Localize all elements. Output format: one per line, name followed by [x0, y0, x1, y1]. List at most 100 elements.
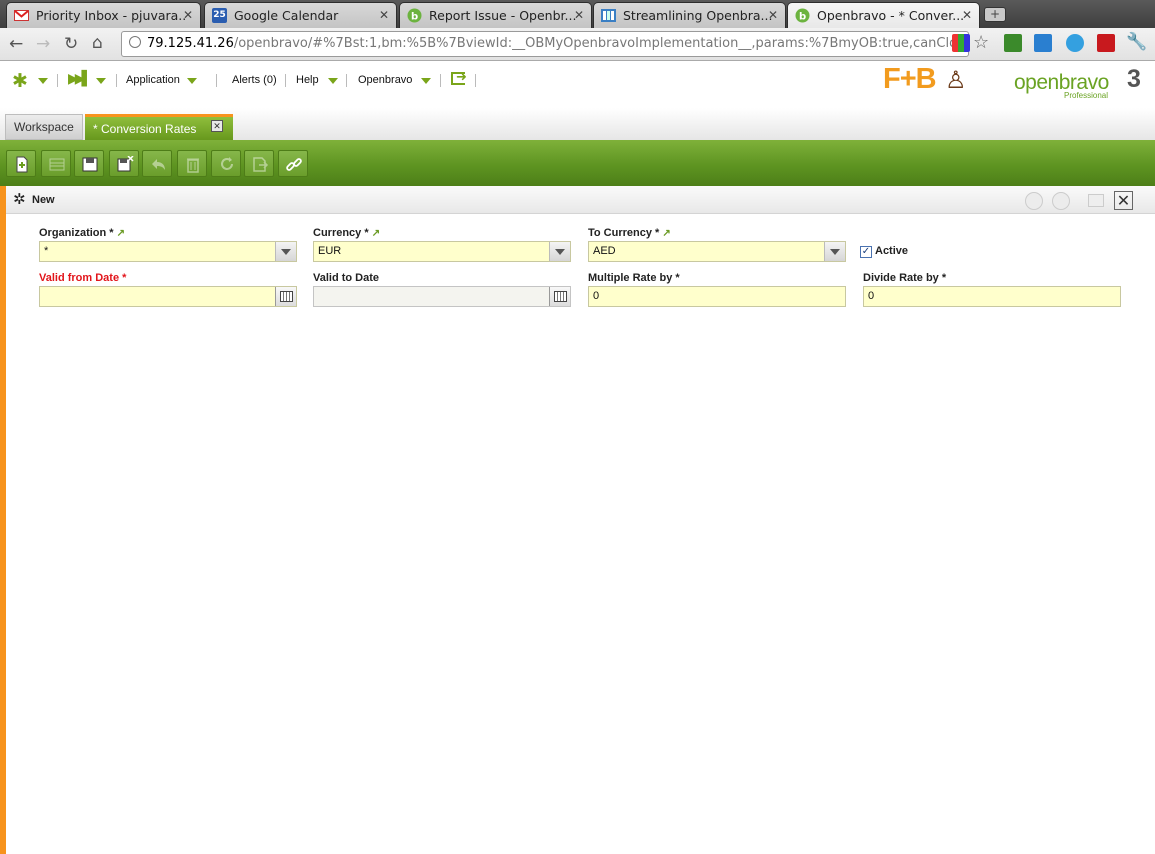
valid-to-date-field[interactable] — [313, 286, 571, 307]
new-tab-button[interactable]: + — [984, 7, 1006, 22]
to-currency-label: To Currency * ↗ — [588, 227, 671, 239]
browser-tab-streamlining[interactable]: Streamlining Openbra... ✕ — [593, 2, 786, 28]
active-checkbox[interactable]: ✓ — [860, 246, 872, 258]
abc-extension-icon[interactable] — [1004, 34, 1022, 52]
alerts-link[interactable]: Alerts (0) — [232, 74, 277, 86]
browser-tab-calendar[interactable]: 25 Google Calendar ✕ — [204, 2, 397, 28]
address-bar[interactable]: 79.125.41.26/openbravo/#%7Bst:1,bm:%5B%7… — [121, 31, 969, 57]
organization-label: Organization * ↗ — [39, 227, 126, 239]
chevron-down-icon[interactable] — [275, 242, 296, 261]
logout-arrow-icon: ➜ — [456, 70, 467, 85]
divider — [440, 74, 441, 87]
previous-record-button[interactable] — [1025, 192, 1043, 210]
new-document-icon — [16, 156, 28, 173]
multiply-rate-field[interactable]: 0 — [588, 286, 846, 307]
grid-view-button[interactable] — [41, 150, 71, 177]
a-extension-icon[interactable] — [1066, 34, 1084, 52]
divide-rate-value: 0 — [868, 290, 875, 302]
undo-button[interactable] — [142, 150, 172, 177]
maximize-icon[interactable] — [1088, 194, 1104, 207]
accent-stripe — [0, 186, 6, 854]
browser-tab-strip: Priority Inbox - pjuvara... ✕ 25 Google … — [0, 0, 1155, 28]
chevron-down-icon[interactable] — [421, 78, 431, 84]
close-form-icon[interactable]: ✕ — [1114, 191, 1133, 210]
close-icon[interactable]: ✕ — [962, 8, 972, 22]
new-document-button[interactable] — [6, 150, 36, 177]
openbravo-icon: b — [407, 8, 422, 23]
create-new-icon[interactable]: ✱ — [12, 70, 28, 92]
active-label: Active — [875, 245, 909, 257]
reload-icon[interactable]: ↻ — [64, 34, 78, 54]
save-icon — [82, 157, 98, 172]
lastpass-extension-icon[interactable] — [1097, 34, 1115, 52]
bookmark-star-icon[interactable]: ☆ — [973, 32, 989, 53]
next-record-button[interactable] — [1052, 192, 1070, 210]
application-menu[interactable]: Application — [126, 74, 180, 86]
export-icon — [253, 157, 269, 172]
divider — [475, 74, 476, 87]
link-arrow-icon[interactable]: ↗ — [372, 228, 380, 239]
svg-text:b: b — [799, 12, 806, 23]
valid-from-date-label: Valid from Date * — [39, 272, 127, 284]
save-close-button[interactable] — [109, 150, 139, 177]
valid-from-date-field[interactable] — [39, 286, 297, 307]
multiply-rate-value: 0 — [593, 290, 600, 302]
back-icon[interactable]: ← — [9, 34, 23, 54]
logo-version: 3 — [1127, 65, 1141, 93]
quick-launch-icon[interactable]: ▶▶▌ — [68, 71, 92, 87]
page-info-icon[interactable] — [129, 36, 141, 48]
export-button[interactable] — [244, 150, 274, 177]
link-arrow-icon[interactable]: ↗ — [662, 228, 670, 239]
delete-button[interactable] — [177, 150, 207, 177]
calendar-icon[interactable] — [549, 287, 570, 306]
tab-conversion-rates[interactable]: * Conversion Rates ✕ — [85, 114, 233, 140]
help-menu[interactable]: Help — [296, 74, 319, 86]
divide-rate-label: Divide Rate by * — [863, 272, 947, 284]
chevron-down-icon[interactable] — [549, 242, 570, 261]
gmail-icon — [14, 10, 29, 21]
chevron-down-icon[interactable] — [824, 242, 845, 261]
close-icon[interactable]: ✕ — [379, 8, 389, 22]
refresh-icon — [221, 157, 233, 170]
chevron-down-icon[interactable] — [96, 78, 106, 84]
home-icon[interactable]: ⌂ — [92, 33, 103, 53]
close-icon[interactable]: ✕ — [211, 120, 223, 132]
new-record-icon: ✲ — [13, 190, 26, 208]
sheets-icon — [601, 9, 616, 22]
svg-text:b: b — [411, 12, 418, 23]
forward-icon[interactable]: → — [36, 34, 50, 54]
wrench-icon[interactable]: 🔧 — [1126, 32, 1147, 52]
chevron-down-icon[interactable] — [38, 78, 48, 84]
calendar-icon[interactable] — [275, 287, 296, 306]
openbravo-icon: b — [795, 8, 810, 23]
browser-tab-gmail[interactable]: Priority Inbox - pjuvara... ✕ — [6, 2, 201, 28]
tab-workspace[interactable]: Workspace — [5, 114, 83, 140]
extension-icon[interactable] — [952, 34, 970, 52]
save-button[interactable] — [74, 150, 104, 177]
refresh-button[interactable] — [211, 150, 241, 177]
record-status: New — [32, 194, 55, 206]
tab-label: * Conversion Rates — [93, 122, 197, 136]
chevron-down-icon[interactable] — [328, 78, 338, 84]
openbravo-menu[interactable]: Openbravo — [358, 74, 412, 86]
browser-toolbar: ← → ↻ ⌂ 79.125.41.26/openbravo/#%7Bst:1,… — [0, 28, 1155, 61]
multiply-rate-label: Multiple Rate by * — [588, 272, 680, 284]
scissors-extension-icon[interactable] — [1034, 34, 1052, 52]
currency-field[interactable]: EUR — [313, 241, 571, 262]
valid-to-date-label: Valid to Date — [313, 272, 380, 284]
to-currency-field[interactable]: AED — [588, 241, 846, 262]
trash-icon — [187, 158, 199, 173]
browser-tab-openbravo-active[interactable]: b Openbravo - * Conver... ✕ — [787, 2, 980, 28]
browser-tab-report-issue[interactable]: b Report Issue - Openbr... ✕ — [399, 2, 592, 28]
organization-field[interactable]: * — [39, 241, 297, 262]
workspace-tabs: Workspace * Conversion Rates ✕ — [0, 108, 1155, 140]
fb-logo: F+B — [883, 63, 937, 95]
chevron-down-icon[interactable] — [187, 78, 197, 84]
close-icon[interactable]: ✕ — [768, 8, 778, 22]
close-icon[interactable]: ✕ — [574, 8, 584, 22]
openbravo-navbar: ✱ ▶▶▌ Application Alerts (0) Help Openbr… — [0, 62, 1155, 108]
link-arrow-icon[interactable]: ↗ — [117, 228, 125, 239]
link-button[interactable] — [278, 150, 308, 177]
close-icon[interactable]: ✕ — [183, 8, 193, 22]
divide-rate-field[interactable]: 0 — [863, 286, 1121, 307]
